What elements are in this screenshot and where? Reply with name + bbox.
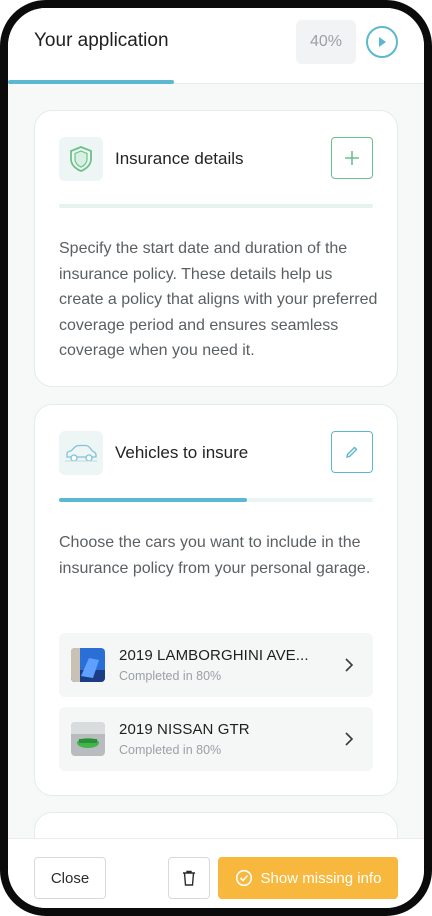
- vehicle-thumbnail: [71, 722, 105, 756]
- footer-bar: Close Show missing info: [8, 838, 424, 908]
- play-icon: [379, 37, 386, 47]
- app-header: Your application 40%: [8, 8, 424, 84]
- insurance-details-card: Insurance details Specify the start date…: [34, 110, 398, 387]
- vehicle-item[interactable]: 2019 LAMBORGHINI AVE... Completed in 80%: [59, 633, 373, 697]
- show-missing-info-button[interactable]: Show missing info: [218, 857, 398, 899]
- plus-icon: [345, 151, 359, 165]
- add-button[interactable]: [331, 137, 373, 179]
- trash-icon: [183, 870, 195, 886]
- play-button[interactable]: [366, 26, 398, 58]
- chevron-right-icon: [345, 658, 354, 672]
- edit-button[interactable]: [331, 431, 373, 473]
- phone-frame: Your application 40% Insurance details S…: [0, 0, 432, 916]
- car-icon: [59, 431, 103, 475]
- card-title: Vehicles to insure: [115, 443, 249, 462]
- progress-badge: 40%: [296, 20, 356, 64]
- card-title: Insurance details: [115, 149, 244, 168]
- vehicle-thumbnail: [71, 648, 105, 682]
- card-progress-track: [59, 498, 373, 502]
- close-button[interactable]: Close: [34, 857, 106, 899]
- card-progress-track: [59, 204, 373, 208]
- content-scroll[interactable]: Insurance details Specify the start date…: [8, 84, 424, 838]
- page-title: Your application: [34, 30, 169, 51]
- show-missing-info-label: Show missing info: [260, 869, 382, 887]
- vehicle-status: Completed in 80%: [119, 669, 222, 683]
- delete-button[interactable]: [168, 857, 210, 899]
- check-circle-icon: [235, 869, 252, 887]
- vehicles-card: Vehicles to insure Choose the cars you w…: [34, 404, 398, 796]
- card-description: Specify the start date and duration of t…: [59, 240, 378, 359]
- chevron-right-icon: [345, 732, 354, 746]
- next-card: [34, 812, 398, 838]
- pencil-icon: [346, 446, 358, 458]
- vehicle-status: Completed in 80%: [119, 743, 222, 757]
- vehicle-name: 2019 NISSAN GTR: [119, 721, 250, 738]
- shield-icon: [59, 137, 103, 181]
- card-progress-fill: [59, 498, 248, 502]
- vehicle-name: 2019 LAMBORGHINI AVE...: [119, 647, 309, 664]
- vehicle-item[interactable]: 2019 NISSAN GTR Completed in 80%: [59, 707, 373, 771]
- card-description: Choose the cars you want to include in t…: [59, 534, 371, 577]
